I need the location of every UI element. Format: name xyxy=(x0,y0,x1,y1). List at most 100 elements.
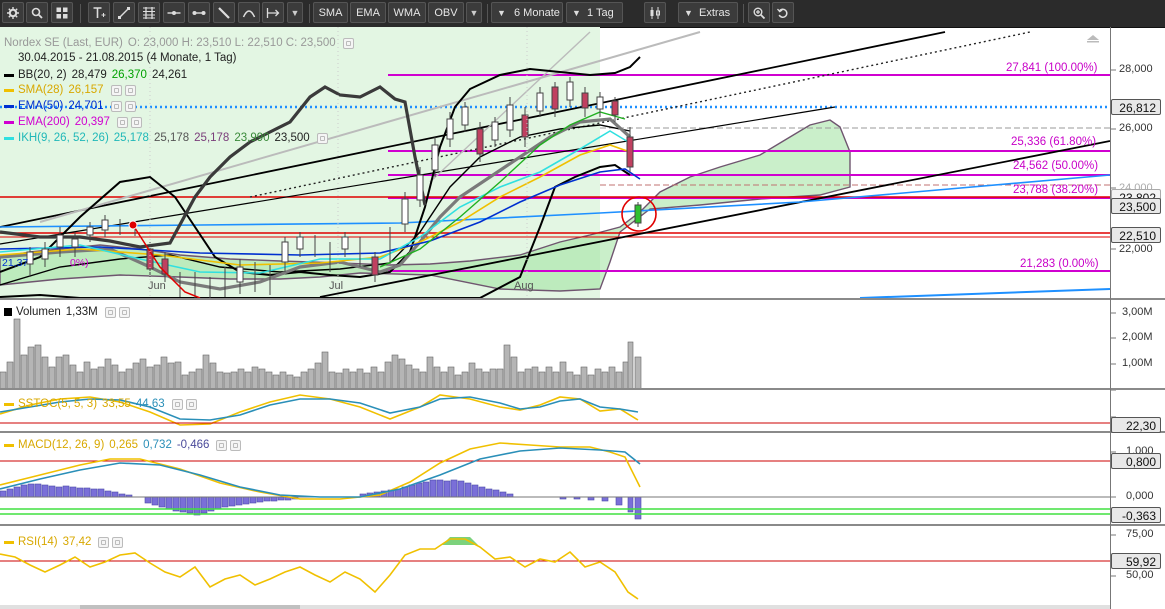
ikh-label: IKH(9, 26, 52, 26) xyxy=(18,132,109,144)
volume-bar xyxy=(209,362,217,388)
rsi-settings-button[interactable] xyxy=(98,536,110,548)
interval-dropdown[interactable]: ▼ 1 Tag xyxy=(566,2,623,23)
volume-bar xyxy=(412,368,420,388)
sstoc-close-button[interactable] xyxy=(185,398,197,410)
rsi-price-box: 59,92 xyxy=(1111,553,1161,569)
ema200-label: EMA(200) xyxy=(18,116,70,128)
macd-settings-button[interactable] xyxy=(216,439,228,451)
search-button[interactable] xyxy=(26,2,48,23)
wma-button[interactable]: WMA xyxy=(388,2,426,23)
macd-bar xyxy=(151,496,159,506)
reset-button[interactable] xyxy=(772,2,794,23)
sma-close-button[interactable] xyxy=(124,84,136,96)
ikh-settings-button[interactable] xyxy=(316,132,328,144)
volume-bar xyxy=(69,364,77,388)
tools-dropdown[interactable]: ▼ xyxy=(287,2,303,23)
legend-sma-row: SMA(28) 26,157 xyxy=(4,83,137,97)
sma-label: SMA(28) xyxy=(18,84,64,96)
rsi-value: 37,42 xyxy=(62,536,92,548)
legend-ema50-row: EMA(50) 24,701 xyxy=(4,99,137,113)
volume-bar xyxy=(13,318,21,388)
volume-settings-button[interactable] xyxy=(104,306,116,318)
zoom-button[interactable] xyxy=(748,2,770,23)
ema200-swatch xyxy=(4,120,14,124)
macd-price-box-lower: -0,363 xyxy=(1111,507,1161,523)
ema50-swatch xyxy=(4,104,14,108)
settings-button[interactable] xyxy=(2,2,24,23)
macd-bar xyxy=(41,484,49,498)
pane-separator[interactable] xyxy=(0,388,1165,390)
volume-bar xyxy=(524,368,532,388)
rsi-legend: RSI(14) 37,42 xyxy=(4,535,124,549)
volume-bar xyxy=(34,344,42,388)
volume-bar xyxy=(405,364,413,388)
candle-body xyxy=(101,219,109,231)
scrollbar-thumb[interactable] xyxy=(80,605,300,609)
sma-button[interactable]: SMA xyxy=(313,2,348,23)
measure-tool-button[interactable] xyxy=(262,2,284,23)
volume-bar xyxy=(160,356,168,388)
volume-bar xyxy=(20,354,28,388)
extras-label: Extras xyxy=(699,7,731,19)
candle-body xyxy=(41,248,49,260)
layout-button[interactable] xyxy=(51,2,73,23)
bb-value-1: 28,479 xyxy=(71,69,107,81)
extras-dropdown[interactable]: ▼ Extras xyxy=(678,2,738,23)
horizontal-line-tool-button[interactable] xyxy=(163,2,185,23)
volume-bar xyxy=(195,368,203,388)
obv-button[interactable]: OBV xyxy=(428,2,464,23)
month-label-aug: Aug xyxy=(514,280,534,292)
collapse-pane-icon[interactable] xyxy=(1086,34,1100,43)
chart-type-button[interactable] xyxy=(644,2,666,23)
measure-icon xyxy=(266,7,280,18)
pane-separator[interactable] xyxy=(0,298,1165,300)
volume-bar xyxy=(391,354,399,388)
ikh-value-5: 23,500 xyxy=(274,132,310,144)
macd-bar xyxy=(20,484,28,498)
volume-bar xyxy=(503,344,511,388)
ema200-settings-button[interactable] xyxy=(116,116,128,128)
text-tool-button[interactable] xyxy=(88,2,110,23)
volume-bar xyxy=(27,346,35,388)
volume-label: Volumen xyxy=(16,306,61,318)
volume-bar xyxy=(307,368,315,388)
arc-tool-button[interactable] xyxy=(238,2,260,23)
sstoc-settings-button[interactable] xyxy=(171,398,183,410)
period-dropdown[interactable]: ▼ 6 Monate xyxy=(491,2,563,23)
candle-body xyxy=(461,106,469,126)
volume-bar xyxy=(559,361,567,388)
fibonacci-tool-button[interactable] xyxy=(138,2,160,23)
macd-bar xyxy=(144,496,152,504)
pane-separator[interactable] xyxy=(0,431,1165,433)
ema50-settings-button[interactable] xyxy=(110,100,122,112)
legend-ikh-row: IKH(9, 26, 52, 26) 25,178 25,178 25,178 … xyxy=(4,131,329,145)
ema50-close-button[interactable] xyxy=(124,100,136,112)
pencil-tool-button[interactable] xyxy=(213,2,235,23)
sma-settings-button[interactable] xyxy=(110,84,122,96)
rsi-close-button[interactable] xyxy=(112,536,124,548)
pane-separator[interactable] xyxy=(0,524,1165,526)
ikh-value-1: 25,178 xyxy=(113,132,149,144)
indicators-dropdown[interactable]: ▼ xyxy=(466,2,482,23)
macd-bar xyxy=(478,486,486,498)
price-axis-22: 22,000 xyxy=(1119,243,1153,255)
ema-button[interactable]: EMA xyxy=(350,2,386,23)
candle-body xyxy=(551,86,559,110)
volume-bar xyxy=(48,366,56,388)
chart-area[interactable]: Nordex SE (Last, EUR) O: 23,000 H: 23,51… xyxy=(0,27,1165,609)
legend-settings-button[interactable] xyxy=(342,37,354,49)
trendline-tool-button[interactable] xyxy=(113,2,135,23)
candle-body xyxy=(86,226,94,236)
volume-bar xyxy=(167,362,175,388)
macd-bar xyxy=(256,496,264,503)
macd-label: MACD(12, 26, 9) xyxy=(18,439,105,451)
macd-value-3: -0,466 xyxy=(176,439,210,451)
ray-tool-button[interactable] xyxy=(188,2,210,23)
ema200-value: 20,397 xyxy=(74,116,110,128)
ema200-close-button[interactable] xyxy=(130,116,142,128)
ikh-value-3: 25,178 xyxy=(194,132,230,144)
macd-close-button[interactable] xyxy=(230,439,242,451)
macd-bar xyxy=(499,491,507,498)
volume-close-button[interactable] xyxy=(118,306,130,318)
fib-label-100: 27,841 (100.00%) xyxy=(1006,62,1098,74)
